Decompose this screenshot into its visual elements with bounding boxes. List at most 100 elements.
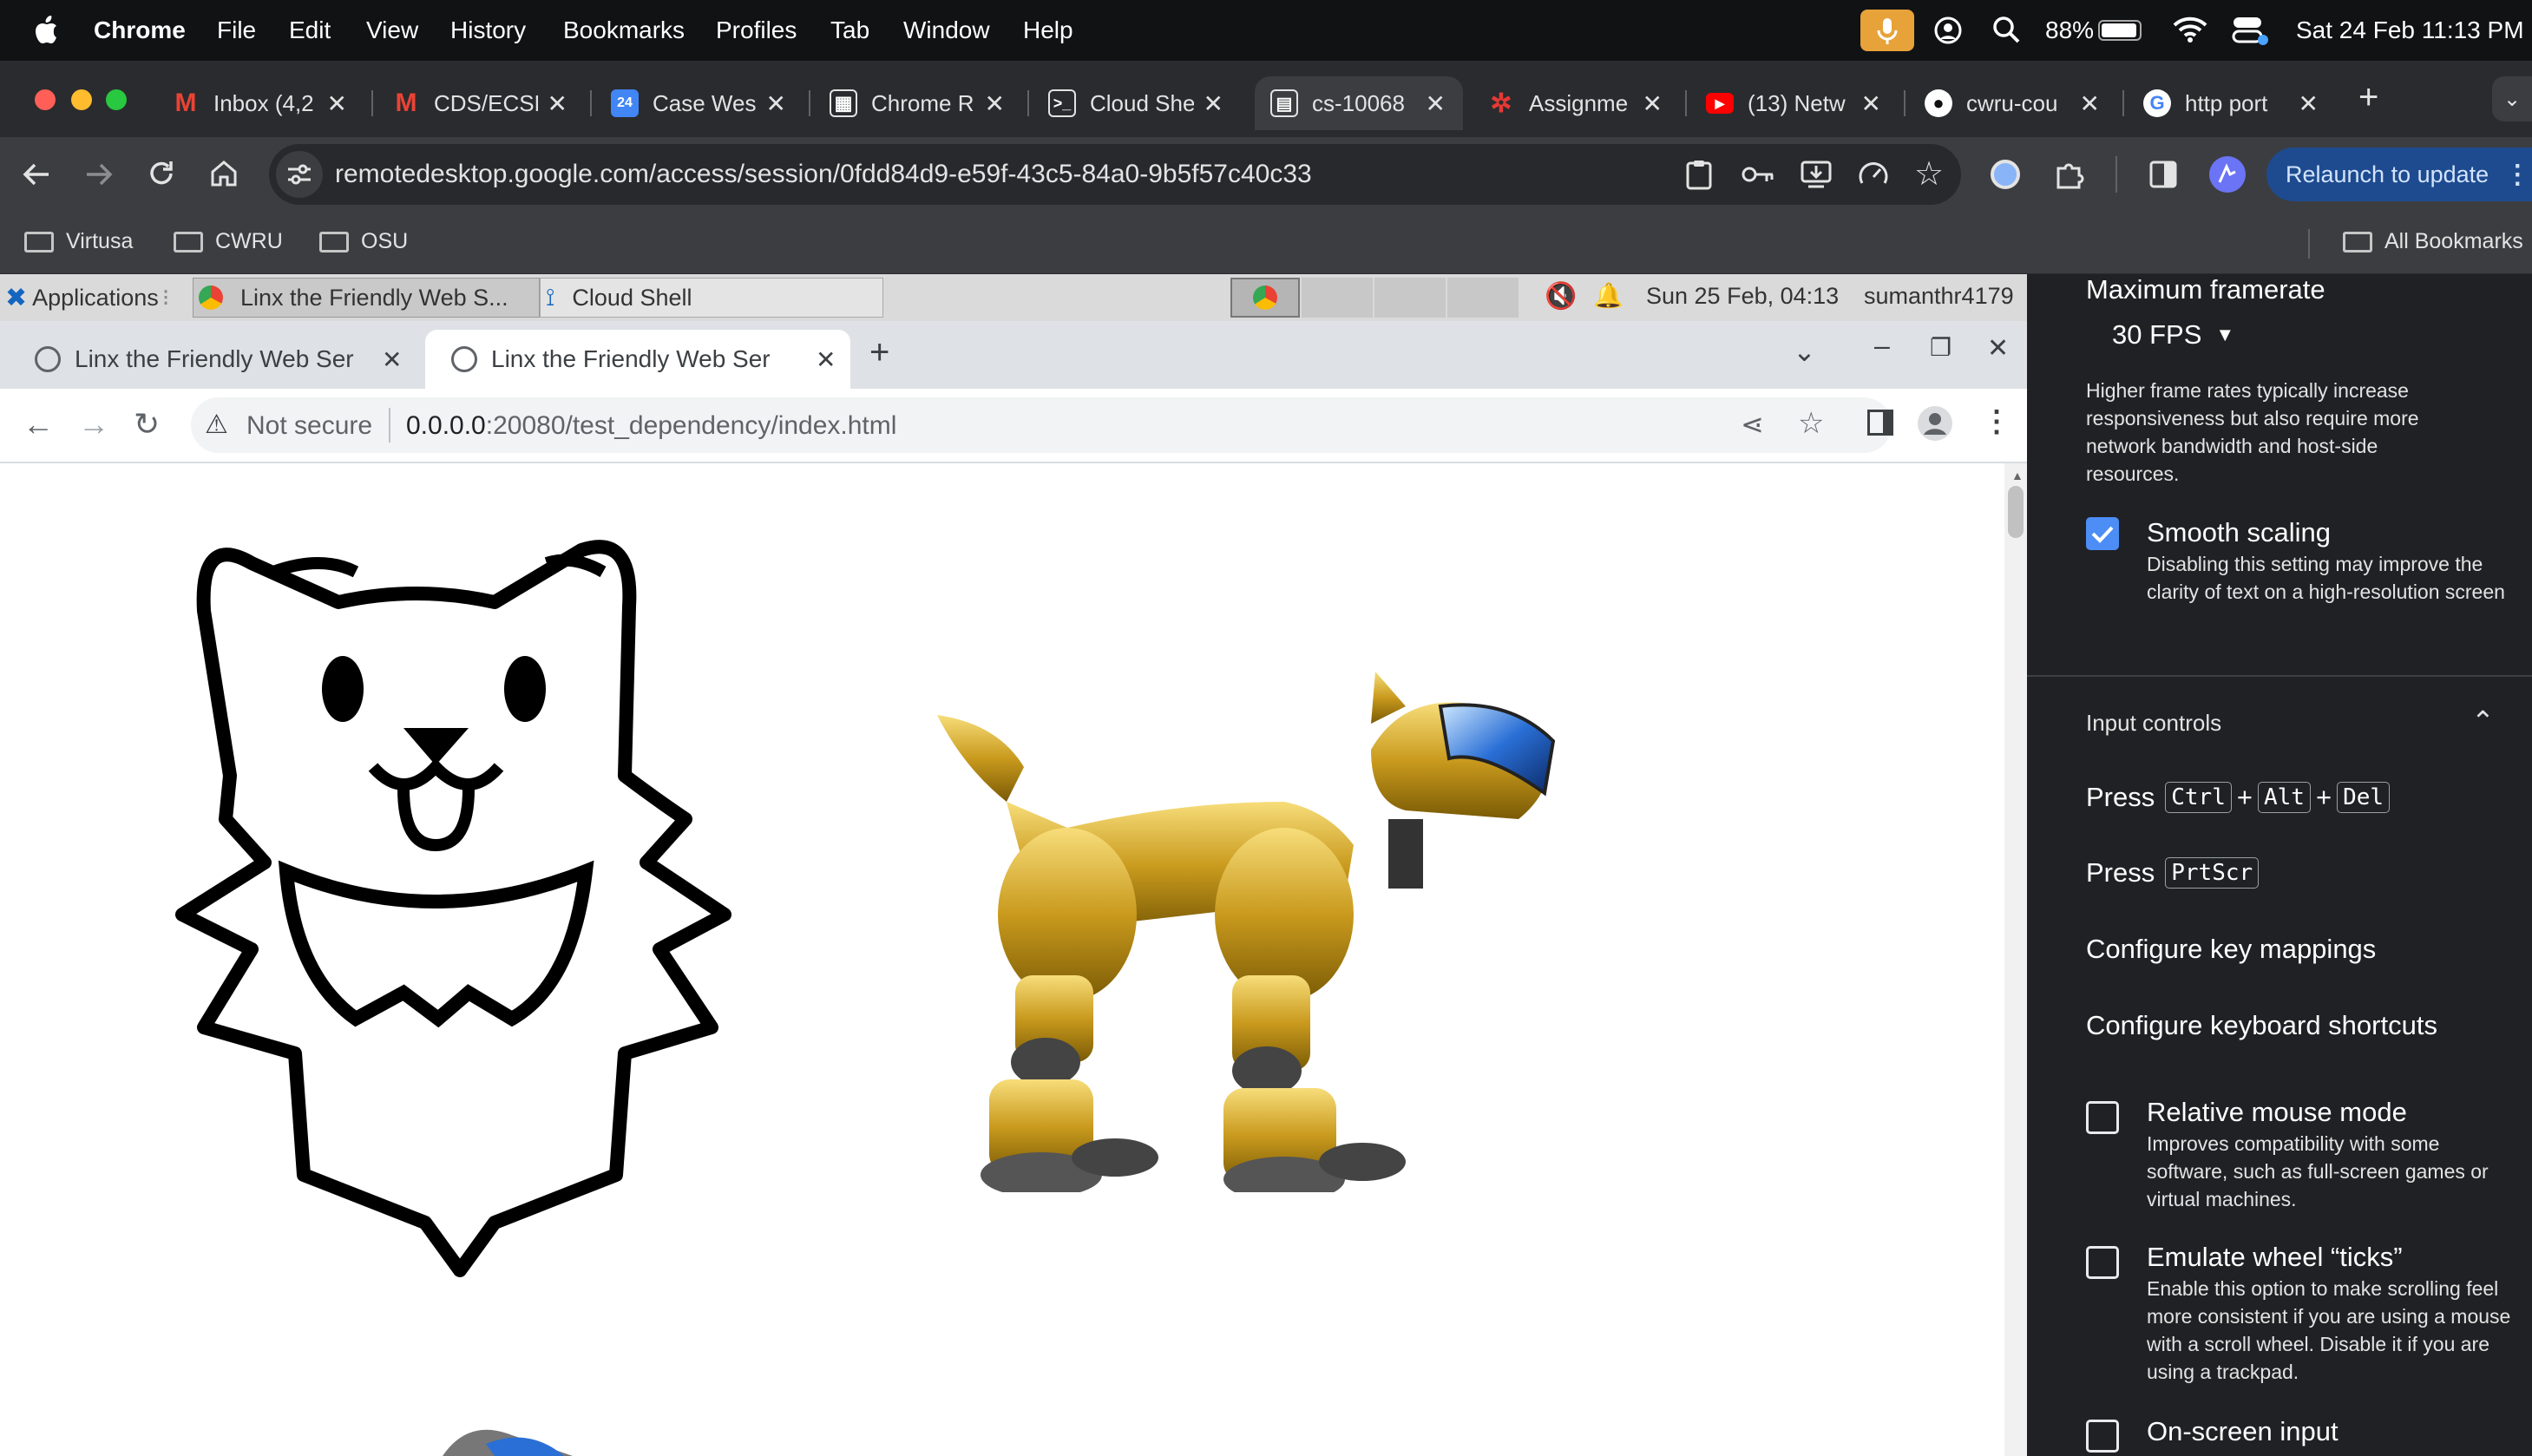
configure-key-mappings-link[interactable]: Configure key mappings [2086,934,2376,965]
press-prtscr-button[interactable]: Press PrtScr [2086,857,2264,889]
battery-icon[interactable] [2098,20,2142,41]
window-close-button[interactable] [35,89,56,110]
performance-gauge-icon[interactable] [1857,158,1890,191]
remote-restore-icon[interactable]: ❐ [1930,333,1951,362]
notification-bell-icon[interactable]: 🔔 [1593,281,1623,310]
remote-profile-icon[interactable] [1918,406,1952,441]
workspace-3[interactable] [1374,278,1446,318]
tab-github[interactable]: ● cwru-cou ✕ [1909,76,2117,130]
remote-url[interactable]: 0.0.0.0:20080/test_dependency/index.html [406,411,896,441]
microphone-icon[interactable] [1860,10,1914,51]
menu-tab[interactable]: Tab [830,16,869,44]
tab-close-icon[interactable]: ✕ [327,89,347,118]
remote-forward-icon[interactable]: → [78,406,109,443]
clipboard-icon[interactable] [1685,159,1713,190]
applications-menu[interactable]: ✖ Applications ⁝ [5,283,169,313]
tab-gmail-inbox[interactable]: M Inbox (4,2 ✕ [156,76,364,130]
smooth-scaling-checkbox[interactable] [2086,517,2119,550]
remote-reload-icon[interactable]: ↻ [134,406,160,443]
tab-http-port[interactable]: Ghttp port ✕ [2128,76,2336,130]
site-info-icon[interactable] [276,151,323,198]
tab-close-icon[interactable]: ✕ [1643,89,1663,118]
emulate-wheel-checkbox[interactable] [2086,1246,2119,1279]
bookmark-star-icon[interactable]: ☆ [1914,154,1944,193]
input-controls-heading[interactable]: Input controls [2086,710,2221,737]
menu-profiles[interactable]: Profiles [716,16,797,44]
workspace-4[interactable] [1447,278,1519,318]
fps-dropdown[interactable]: 30 FPS ▼ [2112,319,2234,351]
remote-omnibox[interactable]: ⚠ Not secure 0.0.0.0:20080/test_dependen… [191,397,1892,453]
window-minimize-button[interactable] [71,89,92,110]
remote-minimize-icon[interactable]: – [1874,330,1890,362]
press-ctrl-alt-del-button[interactable]: Press Ctrl + Alt + Del [2086,782,2395,813]
remote-username[interactable]: sumanthr4179 [1864,283,2014,310]
wifi-icon[interactable] [2173,16,2207,43]
spotlight-search-icon[interactable] [1992,16,2020,43]
remote-back-icon[interactable]: ← [23,406,54,443]
password-key-icon[interactable] [1741,161,1775,187]
extensions-puzzle-icon[interactable] [2053,158,2086,191]
apple-icon[interactable] [33,14,59,45]
menu-file[interactable]: File [217,16,256,44]
tab-gmail-cds[interactable]: M CDS/ECSE ✕ [377,76,585,130]
workspace-1[interactable] [1230,278,1300,318]
relative-mouse-checkbox[interactable] [2086,1101,2119,1134]
tab-close-icon[interactable]: ✕ [816,345,836,374]
remote-close-window-icon[interactable]: ✕ [1987,333,2009,364]
remote-tab-linx-1[interactable]: Linx the Friendly Web Ser ✕ [0,330,425,389]
taskbar-cloud-shell-window[interactable]: ⟟ Cloud Shell [540,278,883,318]
home-icon[interactable] [208,158,239,189]
tab-close-icon[interactable]: ✕ [1426,89,1446,118]
remote-more-vert-icon[interactable]: ⋮ [1982,404,2011,439]
tab-close-icon[interactable]: ✕ [2299,89,2319,118]
bookmark-folder-cwru[interactable]: CWRU [174,229,283,254]
remote-clock[interactable]: Sun 25 Feb, 04:13 [1646,283,1839,310]
install-app-icon[interactable] [1800,158,1833,191]
remote-desktop-screen[interactable]: ✖ Applications ⁝ Linx the Friendly Web S..… [0,274,2027,1456]
smooth-scaling-label[interactable]: Smooth scaling [2147,517,2331,548]
user-account-icon[interactable] [1933,16,1963,45]
tab-close-icon[interactable]: ✕ [382,345,402,374]
tab-youtube[interactable]: ▶ (13) Netw ✕ [1690,76,1899,130]
volume-muted-icon[interactable]: 🔇 [1545,281,1577,312]
new-tab-plus-icon[interactable]: + [2358,78,2378,117]
tab-close-icon[interactable]: ✕ [1204,89,1223,118]
menubar-app-name[interactable]: Chrome [94,16,186,44]
remote-new-tab-icon[interactable]: + [869,333,889,372]
taskbar-linx-window[interactable]: Linx the Friendly Web S... [193,278,540,318]
profile-avatar[interactable] [2209,156,2246,193]
menu-help[interactable]: Help [1023,16,1073,44]
page-scrollbar[interactable]: ▲ [2004,463,2027,1456]
side-panel-icon[interactable] [2148,160,2178,189]
more-vert-icon[interactable]: ⋮ [2504,160,2530,190]
tab-search-chevron-icon[interactable]: ⌄ [2492,76,2532,121]
forward-arrow-icon[interactable] [83,160,115,189]
tab-remote-session[interactable]: ▤ cs-10068 ✕ [1255,76,1463,130]
warning-triangle-icon[interactable]: ⚠ [205,410,228,440]
all-bookmarks-button[interactable]: All Bookmarks [2343,229,2523,254]
scrollbar-thumb[interactable] [2008,486,2024,538]
tab-cloud-shell[interactable]: >_ Cloud She ✕ [1033,76,1241,130]
on-screen-input-label[interactable]: On-screen input [2147,1416,2338,1447]
omnibox[interactable]: remotedesktop.google.com/access/session/… [269,144,1961,205]
remote-bookmark-star-icon[interactable]: ☆ [1798,406,1824,441]
control-center-icon[interactable] [2232,14,2270,47]
bookmark-folder-virtusa[interactable]: Virtusa [24,229,133,254]
menu-view[interactable]: View [366,16,418,44]
tab-chrome-remote[interactable]: ▦ Chrome R ✕ [814,76,1022,130]
relative-mouse-label[interactable]: Relative mouse mode [2147,1097,2407,1128]
menu-bookmarks[interactable]: Bookmarks [563,16,685,44]
collapse-chevron-icon[interactable]: ⌃ [2471,705,2495,738]
on-screen-input-checkbox[interactable] [2086,1420,2119,1453]
share-icon[interactable]: ⋖ [1741,408,1764,441]
tab-case-western[interactable]: 24 Case West ✕ [595,76,804,130]
remote-tab-search-icon[interactable]: ⌄ [1793,335,1816,368]
window-zoom-button[interactable] [106,89,127,110]
menu-edit[interactable]: Edit [289,16,331,44]
tab-assignment[interactable]: ✲ Assignme ✕ [1472,76,1680,130]
tab-close-icon[interactable]: ✕ [1861,89,1881,118]
tab-close-icon[interactable]: ✕ [985,89,1005,118]
configure-shortcuts-link[interactable]: Configure keyboard shortcuts [2086,1010,2437,1041]
omnibox-url[interactable]: remotedesktop.google.com/access/session/… [335,160,1312,189]
workspace-2[interactable] [1302,278,1373,318]
